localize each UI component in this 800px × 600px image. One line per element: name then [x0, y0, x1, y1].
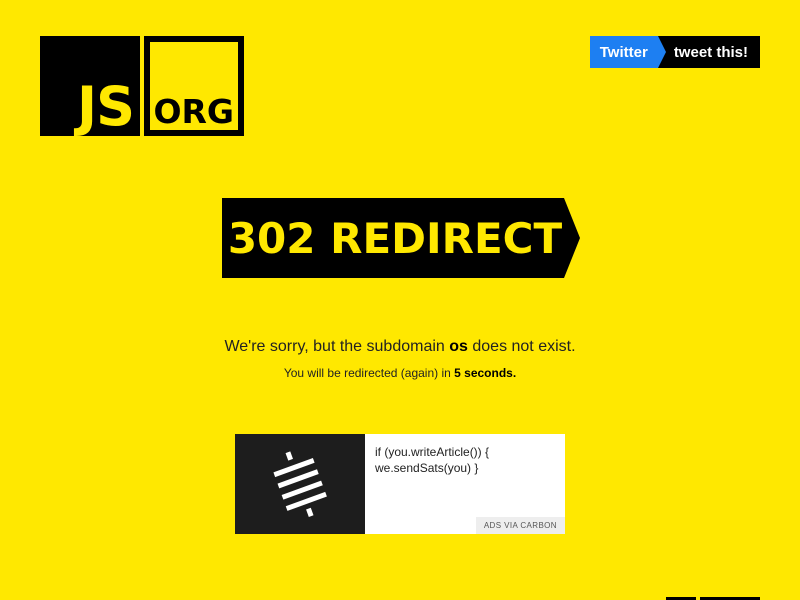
redirect-prefix: You will be redirected (again) in [283, 366, 455, 380]
logo-js-block: JS [40, 36, 140, 136]
page: JS ORG Twitter tweet this! 302 REDIRECT … [0, 0, 800, 600]
ads-via-carbon-link[interactable]: ADS VIA CARBON [475, 517, 565, 534]
sorry-message: We're sorry, but the subdomain os does n… [0, 338, 800, 356]
tweet-widget: Twitter tweet this! [589, 36, 760, 68]
logo-js-text: JS [77, 75, 135, 138]
ad-text[interactable]: if (you.writeArticle()) { we.sendSats(yo… [375, 444, 515, 476]
logo-org-block: ORG [144, 36, 244, 136]
ad-image[interactable] [235, 434, 365, 534]
redirect-message: You will be redirected (again) in 5 seco… [0, 366, 800, 380]
twitter-button[interactable]: Twitter [589, 36, 666, 68]
banner-title: 302 REDIRECT [227, 213, 563, 263]
lightning-stripes-icon [273, 451, 327, 517]
redirect-banner: 302 REDIRECT [222, 198, 580, 278]
sorry-suffix: does not exist. [467, 338, 576, 355]
subdomain-name: os [449, 338, 468, 355]
tweet-this-label: tweet this! [673, 43, 748, 61]
carbon-ad[interactable]: if (you.writeArticle()) { we.sendSats(yo… [235, 434, 565, 534]
sorry-prefix: We're sorry, but the subdomain [224, 338, 450, 355]
twitter-label: Twitter [599, 43, 648, 61]
redirect-countdown: 5 seconds. [454, 366, 517, 380]
ad-body: if (you.writeArticle()) { we.sendSats(yo… [365, 434, 565, 534]
tweet-this-button[interactable]: tweet this! [658, 36, 760, 68]
js-org-logo[interactable]: JS ORG [40, 36, 244, 136]
logo-org-text: ORG [153, 92, 234, 131]
